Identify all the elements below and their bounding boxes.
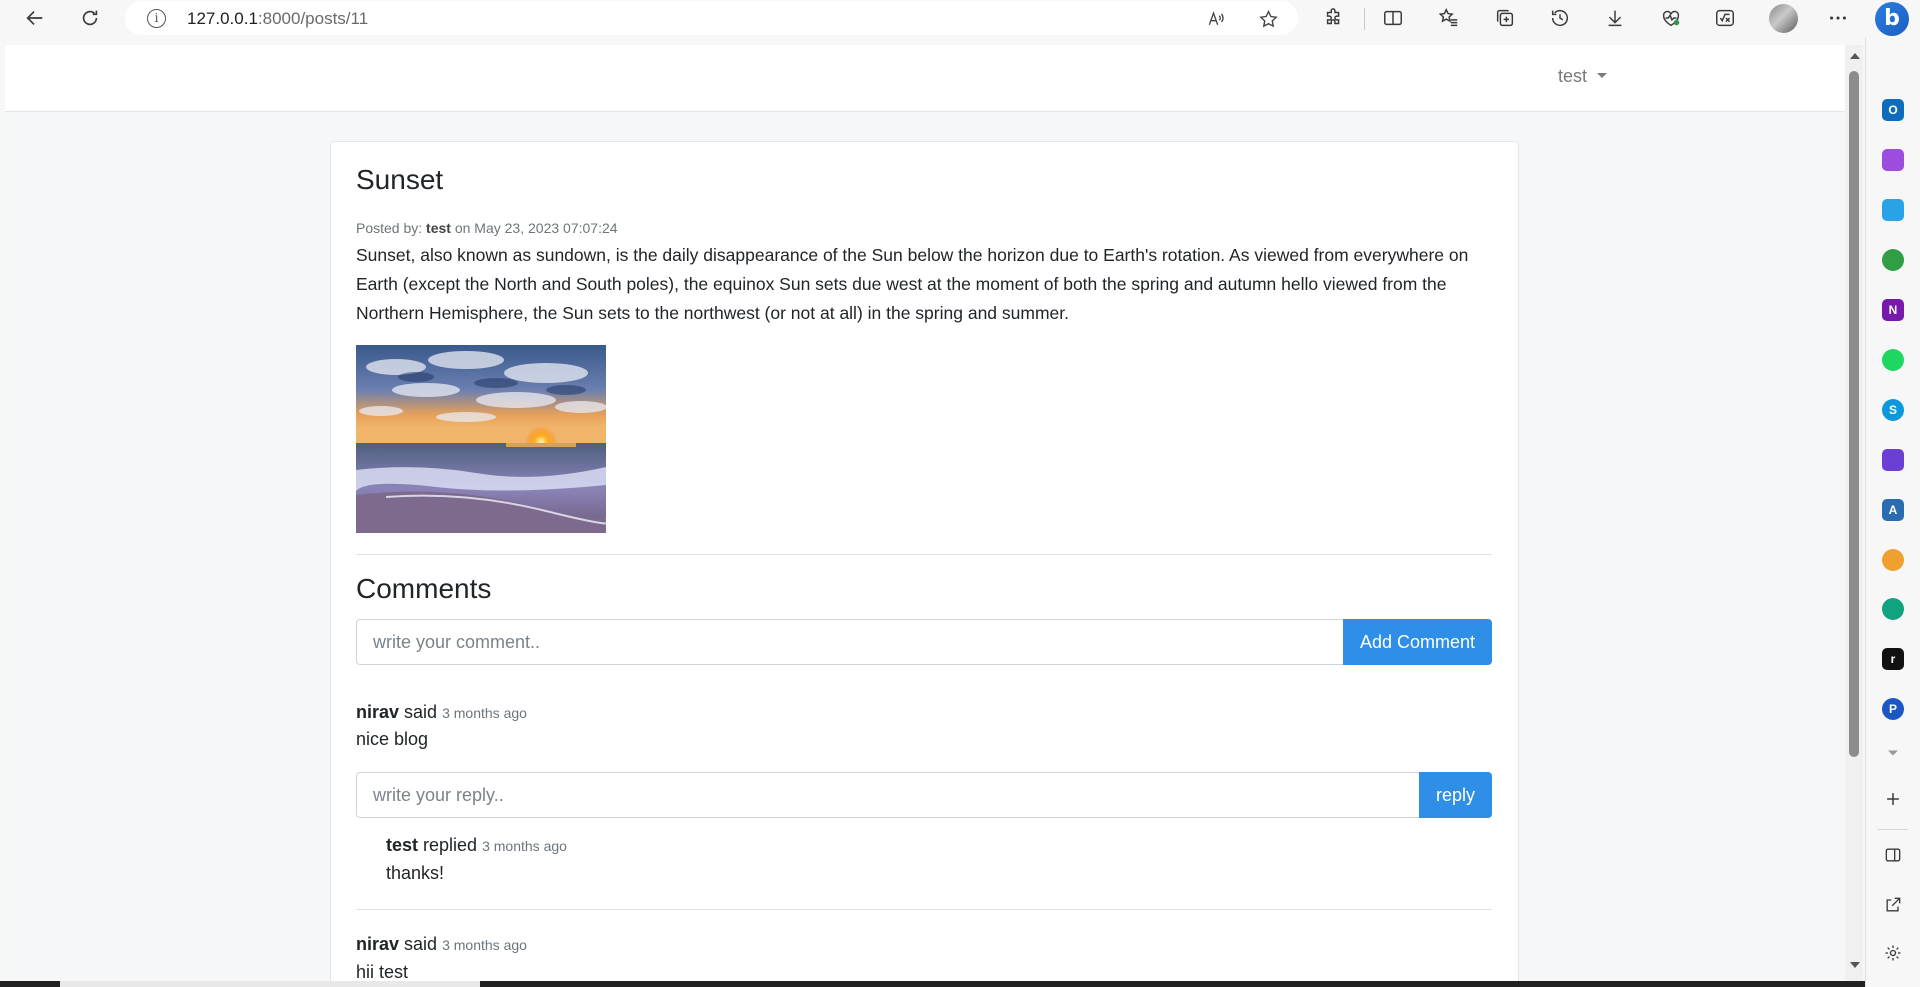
chevron-down-icon[interactable] [1881, 741, 1905, 765]
toolbar-divider [1364, 8, 1365, 30]
favorite-star-icon[interactable] [1257, 8, 1279, 30]
reply-time: 3 months ago [482, 838, 567, 854]
read-aloud-icon[interactable] [1205, 8, 1227, 30]
user-dropdown-label: test [1558, 66, 1588, 86]
comment-form: Add Comment [356, 619, 1492, 665]
reply-button[interactable]: reply [1419, 772, 1492, 818]
taskbar-edge [0, 981, 1865, 987]
comment-author: nirav [356, 702, 400, 722]
comment-time: 3 months ago [442, 937, 527, 953]
split-screen-icon[interactable] [1381, 6, 1405, 30]
sidebar-divider [1878, 829, 1908, 830]
hide-sidebar-icon[interactable] [1881, 843, 1905, 867]
outlook-icon[interactable]: O [1882, 99, 1904, 121]
spotify-icon[interactable] [1882, 349, 1904, 371]
r-app-icon[interactable]: r [1882, 648, 1904, 670]
external-link-icon[interactable] [1881, 893, 1905, 917]
reply-verb: replied [423, 835, 478, 855]
comment-text: hii test [356, 962, 409, 981]
taskbar-active-tab [60, 981, 480, 987]
scroll-down-arrow-icon[interactable] [1850, 962, 1860, 968]
favorites-icon[interactable] [1437, 6, 1461, 30]
extensions-icon[interactable] [1322, 6, 1346, 30]
comment-divider [356, 909, 1492, 910]
comment-text: nice blog [356, 729, 429, 749]
page-scrollbar[interactable] [1845, 45, 1863, 981]
translator-icon[interactable]: A [1882, 499, 1904, 521]
back-icon[interactable] [22, 5, 48, 31]
reply-author: test [386, 835, 419, 855]
scroll-up-arrow-icon[interactable] [1850, 53, 1860, 59]
post-date: on May 23, 2023 07:07:24 [450, 220, 618, 236]
onenote-icon[interactable]: N [1882, 299, 1904, 321]
rewards-icon[interactable] [1882, 549, 1904, 571]
comment-time: 3 months ago [442, 705, 527, 721]
comment-header: nirav said 3 months ago [356, 702, 527, 723]
profile-avatar[interactable] [1769, 4, 1798, 33]
history-icon[interactable] [1548, 6, 1572, 30]
address-bar[interactable]: i 127.0.0.1:8000/posts/11 [125, 1, 1298, 35]
info-icon[interactable]: i [147, 9, 166, 28]
telegram-icon[interactable] [1882, 199, 1904, 221]
reply-input[interactable] [356, 772, 1419, 818]
browser-essentials-icon[interactable] [1659, 6, 1683, 30]
clipchamp-icon[interactable] [1882, 449, 1904, 471]
refresh-icon[interactable] [77, 5, 103, 31]
post-meta: Posted by: test on May 23, 2023 07:07:24 [356, 220, 618, 236]
comment-input[interactable] [356, 619, 1343, 665]
edge-sidebar: O N S A r P [1865, 37, 1920, 987]
post-author: test [426, 220, 451, 236]
reply-header: test replied 3 months ago [386, 835, 567, 856]
post-image [356, 345, 606, 533]
comments-heading: Comments [356, 573, 492, 604]
comment-author: nirav [356, 934, 400, 954]
caret-down-icon [1597, 72, 1608, 78]
browser-toolbar: i 127.0.0.1:8000/posts/11 b [0, 0, 1920, 37]
reply-form: reply [356, 772, 1492, 818]
tree-icon[interactable] [1882, 249, 1904, 271]
comment-verb: said [404, 702, 438, 722]
post-body: Sunset, also known as sundown, is the da… [356, 245, 1469, 323]
chatgpt-icon[interactable] [1882, 598, 1904, 620]
more-icon[interactable] [1826, 6, 1850, 30]
collections-icon[interactable] [1493, 6, 1517, 30]
scroll-thumb[interactable] [1849, 71, 1859, 757]
comment-header: nirav said 3 months ago [356, 934, 527, 955]
post-divider [356, 554, 1492, 555]
post-card: Sunset Posted by: test on May 23, 2023 0… [330, 141, 1519, 981]
post-title: Sunset [356, 164, 444, 195]
math-solver-icon[interactable] [1713, 6, 1737, 30]
post-meta-prefix: Posted by: [356, 220, 427, 236]
settings-gear-icon[interactable] [1881, 941, 1905, 965]
p-app-icon[interactable]: P [1882, 698, 1904, 720]
reply-text: thanks! [386, 863, 445, 883]
page-viewport: test Sunset Posted by: test on May 23, 2… [5, 45, 1845, 981]
add-icon[interactable] [1881, 787, 1905, 811]
downloads-icon[interactable] [1603, 6, 1627, 30]
bing-chat-icon[interactable]: b [1872, 0, 1912, 37]
url-text[interactable]: 127.0.0.1:8000/posts/11 [187, 9, 368, 29]
add-comment-button[interactable]: Add Comment [1343, 619, 1492, 665]
comment-verb: said [404, 934, 438, 954]
designer-icon[interactable] [1882, 149, 1904, 171]
site-navbar: test [5, 45, 1845, 112]
user-dropdown[interactable]: test [1558, 66, 1608, 87]
skype-icon[interactable]: S [1882, 399, 1904, 421]
